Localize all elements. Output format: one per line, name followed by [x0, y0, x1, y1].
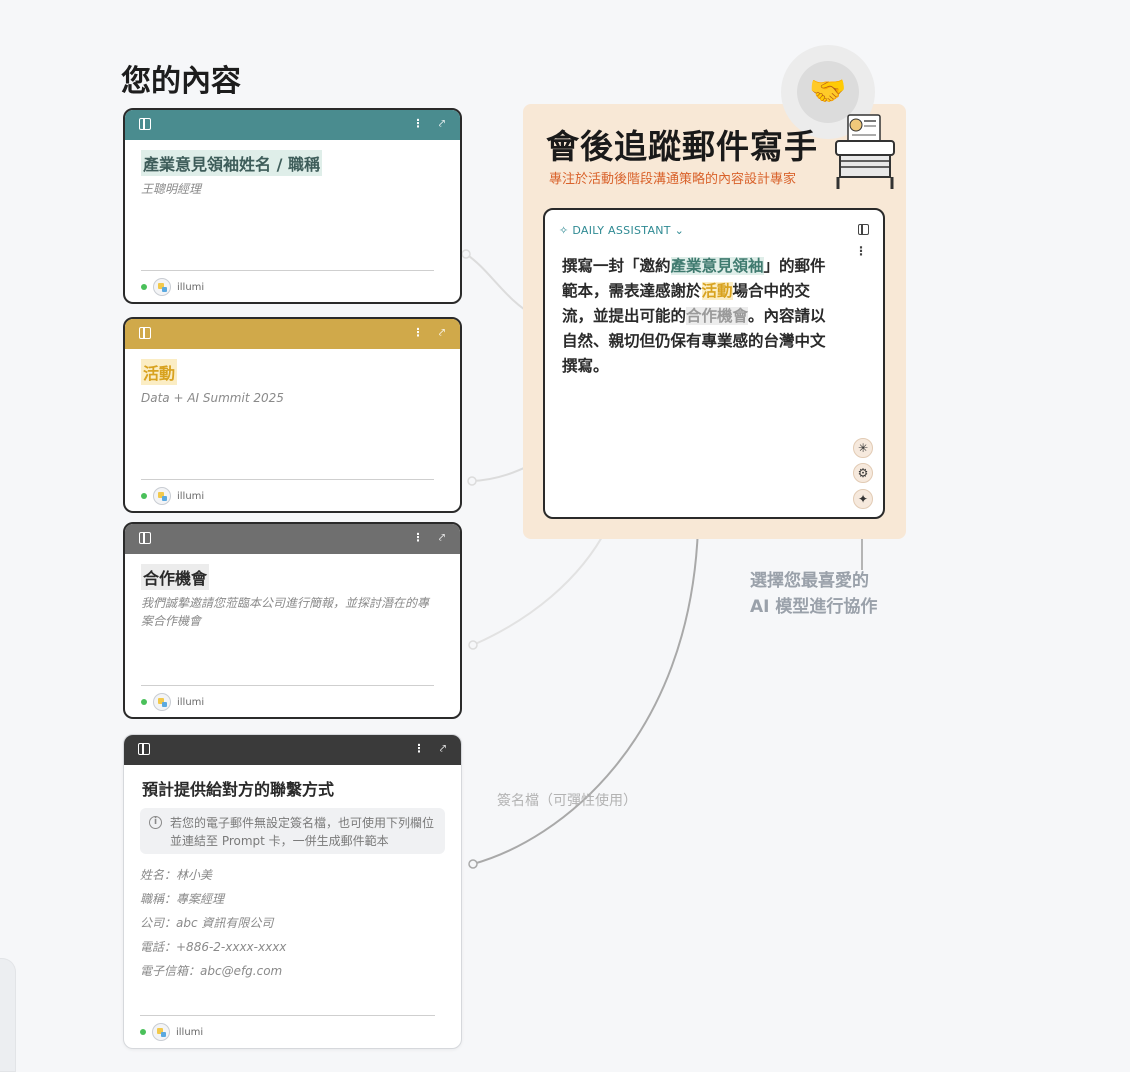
contact-line: 姓名：林小美: [140, 868, 213, 882]
more-icon[interactable]: ⋮: [412, 118, 424, 130]
card-footer: illumi: [141, 486, 204, 506]
link-icon[interactable]: ⤤: [436, 118, 448, 130]
assistant-tag-label: DAILY ASSISTANT: [572, 224, 671, 237]
gemini-icon[interactable]: ✦: [853, 489, 873, 509]
info-notice: i 若您的電子郵件無設定簽名檔，也可使用下列欄位並連結至 Prompt 卡，一併…: [140, 808, 445, 854]
card-footer: illumi: [141, 277, 204, 297]
model-annotation: 選擇您最喜愛的 AI 模型進行協作: [750, 568, 877, 620]
panel-icon[interactable]: [139, 532, 151, 544]
annotation-line: 選擇您最喜愛的: [750, 571, 869, 591]
user-name: illumi: [176, 1026, 204, 1038]
divider: [141, 479, 434, 480]
contact-line: 職稱：專案經理: [140, 892, 225, 906]
printer-icon: [835, 114, 895, 189]
panel-icon[interactable]: [139, 118, 151, 130]
contact-line: 電話：+886-2-xxxx-xxxx: [140, 940, 287, 954]
link-icon[interactable]: ⤤: [437, 743, 449, 755]
panel-icon[interactable]: [139, 327, 151, 339]
card-header: ⋮ ⤤: [125, 110, 460, 140]
side-panel-edge[interactable]: [0, 958, 16, 1072]
signature-label: 簽名檔（可彈性使用）: [497, 793, 637, 809]
chevron-down-icon: ⌄: [674, 224, 685, 237]
user-name: illumi: [177, 490, 205, 502]
card-header: ⋮ ⤤: [125, 319, 460, 349]
user-name: illumi: [177, 696, 205, 708]
sparkle-icon: ✧: [559, 224, 569, 237]
contact-list[interactable]: 姓名：林小美 職稱：專案經理 公司：abc 資訊有限公司 電話：+886-2-x…: [140, 866, 286, 986]
divider: [141, 270, 434, 271]
card-title: 合作機會: [141, 564, 210, 590]
status-dot: [141, 493, 147, 499]
card-header: ⋮ ⤤: [125, 524, 460, 554]
status-dot: [141, 699, 147, 705]
more-icon[interactable]: ⋮: [412, 532, 424, 544]
status-dot: [140, 1029, 146, 1035]
info-icon: i: [149, 816, 162, 829]
link-icon[interactable]: ⤤: [436, 327, 448, 339]
avatar: [152, 1023, 170, 1041]
variable-leader: 產業意見領袖: [670, 257, 764, 275]
contact-line: 公司：abc 資訊有限公司: [140, 916, 274, 930]
panel-subtitle: 專注於活動後階段溝通策略的內容設計專家: [549, 172, 797, 187]
more-icon[interactable]: ⋮: [412, 327, 424, 339]
avatar: [153, 693, 171, 711]
variable-opportunity: 合作機會: [686, 307, 749, 325]
content-card-event[interactable]: ⋮ ⤤ 活動 Data + AI Summit 2025 illumi: [123, 317, 462, 513]
assistant-dropdown[interactable]: ✧ DAILY ASSISTANT ⌄: [559, 224, 684, 237]
content-card-opportunity[interactable]: ⋮ ⤤ 合作機會 我們誠摯邀請您蒞臨本公司進行簡報，並探討潛在的專案合作機會 i…: [123, 522, 462, 719]
annotation-line: AI 模型進行協作: [750, 597, 878, 617]
prompt-card[interactable]: ✧ DAILY ASSISTANT ⌄ ⋮ 撰寫一封「邀約產業意見領袖」的郵件範…: [543, 208, 885, 519]
content-card-leader[interactable]: ⋮ ⤤ 產業意見領袖姓名 / 職稱 王聰明經理 illumi: [123, 108, 462, 304]
prompt-segment: 撰寫一封「邀約: [562, 257, 671, 275]
link-icon[interactable]: ⤤: [436, 532, 448, 544]
avatar: [153, 278, 171, 296]
openai-icon[interactable]: ⚙: [853, 463, 873, 483]
avatar: [153, 487, 171, 505]
panel-icon[interactable]: [138, 743, 150, 755]
user-name: illumi: [177, 281, 205, 293]
panel-title: 會後追蹤郵件寫手: [546, 127, 818, 166]
divider: [140, 1015, 435, 1016]
panel-icon[interactable]: [858, 224, 869, 235]
card-value[interactable]: 我們誠摯邀請您蒞臨本公司進行簡報，並探討潛在的專案合作機會: [141, 594, 438, 630]
card-title: 活動: [141, 359, 178, 385]
claude-icon[interactable]: ✳: [853, 438, 873, 458]
more-icon[interactable]: ⋮: [855, 244, 867, 258]
contact-line: 電子信箱：abc@efg.com: [140, 964, 283, 978]
card-title: 預計提供給對方的聯繫方式: [142, 780, 335, 799]
status-dot: [141, 284, 147, 290]
card-value[interactable]: Data + AI Summit 2025: [141, 389, 438, 407]
prompt-text[interactable]: 撰寫一封「邀約產業意見領袖」的郵件範本，需表達感謝於活動場合中的交流，並提出可能…: [562, 254, 834, 379]
card-title: 產業意見領袖姓名 / 職稱: [141, 150, 322, 176]
card-header: ⋮ ⤤: [124, 735, 461, 765]
more-icon[interactable]: ⋮: [413, 743, 425, 755]
card-value[interactable]: 王聰明經理: [141, 180, 438, 198]
notice-text: 若您的電子郵件無設定簽名檔，也可使用下列欄位並連結至 Prompt 卡，一併生成…: [170, 816, 435, 848]
content-card-contact[interactable]: ⋮ ⤤ 預計提供給對方的聯繫方式 i 若您的電子郵件無設定簽名檔，也可使用下列欄…: [123, 734, 462, 1049]
card-footer: illumi: [140, 1022, 203, 1042]
divider: [141, 685, 434, 686]
variable-event: 活動: [701, 282, 733, 300]
card-footer: illumi: [141, 692, 204, 712]
